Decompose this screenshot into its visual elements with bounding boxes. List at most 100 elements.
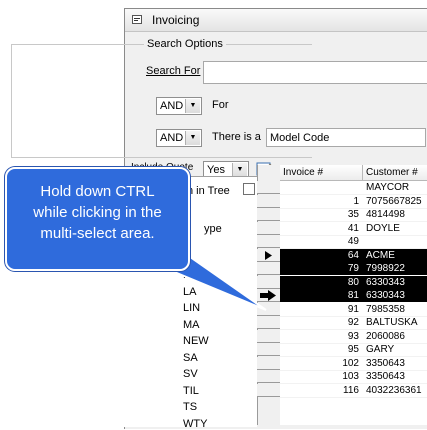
column-divider	[362, 165, 363, 180]
customer-number-cell: BALTUSKA	[366, 317, 418, 328]
search-options-label: Search Options	[144, 38, 226, 50]
invoice-grid[interactable]: Invoice # Customer # MAYCOR 1 7075667825 35…	[280, 165, 427, 425]
table-row[interactable]: 79 7998922	[280, 262, 427, 275]
tree-item[interactable]: SA	[183, 352, 198, 364]
table-row[interactable]: 102 3350643	[280, 357, 427, 371]
tree-item[interactable]: NEW	[183, 335, 209, 347]
table-row[interactable]: 103 3350643	[280, 370, 427, 384]
callout-line-1: Hold down CTRL	[40, 183, 155, 200]
table-row[interactable]: 49	[280, 235, 427, 249]
table-row[interactable]: 1 7075667825	[280, 195, 427, 209]
invoice-number-cell: 64	[347, 249, 359, 261]
customer-number-cell: 4814498	[366, 209, 405, 220]
invoice-number-cell: 92	[347, 317, 359, 328]
invoice-number-cell: 1	[353, 195, 359, 207]
in-tree-label: n in Tree	[187, 185, 230, 197]
grid-header: Invoice # Customer #	[280, 165, 427, 181]
model-code-value: Model Code	[270, 132, 330, 144]
callout-line-2: while clicking in the	[33, 204, 162, 221]
window-title: Invoicing	[152, 13, 200, 27]
callout-text: Hold down CTRL while clicking in the mul…	[7, 181, 188, 244]
customer-number-cell: 7998922	[366, 263, 405, 274]
chevron-down-icon[interactable]: ▼	[232, 163, 247, 177]
customer-number-cell: 7985358	[366, 303, 405, 315]
invoice-number-cell: 95	[347, 344, 359, 355]
app-icon	[132, 15, 142, 24]
customer-number-cell: DOYLE	[366, 222, 400, 234]
and-operator-value-1: AND	[160, 100, 184, 112]
table-row[interactable]: 41 DOYLE	[280, 222, 427, 236]
chevron-down-icon[interactable]: ▼	[185, 131, 200, 145]
row-header[interactable]	[257, 221, 280, 235]
row-header[interactable]	[257, 262, 280, 275]
model-code-field[interactable]: Model Code	[266, 128, 426, 147]
chevron-down-icon[interactable]: ▼	[185, 99, 200, 113]
invoice-number-cell: 102	[342, 357, 359, 369]
row-header[interactable]	[257, 356, 280, 370]
there-is-a-label: There is a	[212, 131, 261, 143]
customer-number-cell: ACME	[366, 249, 395, 261]
tree-item[interactable]: MA	[183, 319, 200, 331]
customer-number-cell: 6330343	[366, 276, 405, 288]
invoice-number-cell: 49	[347, 236, 359, 247]
current-row-arrow-icon	[265, 250, 272, 260]
and-operator-select-2[interactable]: AND ▼	[156, 129, 202, 147]
table-row[interactable]: 64 ACME	[280, 248, 427, 262]
tree-item[interactable]: HS	[183, 269, 198, 281]
and-operator-select-1[interactable]: AND ▼	[156, 97, 202, 115]
row-header[interactable]	[257, 316, 280, 329]
table-row[interactable]: 93 2060086	[280, 330, 427, 344]
tree-item[interactable]: LIN	[183, 302, 200, 314]
tooltip-callout: Hold down CTRL while clicking in the mul…	[5, 167, 190, 271]
invoice-number-cell: 80	[347, 276, 359, 288]
customer-number-cell: 6330343	[366, 290, 405, 301]
customer-number-cell: MAYCOR	[366, 182, 410, 193]
and-operator-value-2: AND	[160, 132, 184, 144]
row-header[interactable]	[257, 248, 280, 262]
table-row[interactable]: 35 4814498	[280, 208, 427, 222]
in-tree-checkbox[interactable]	[243, 183, 255, 195]
tree-item[interactable]: LA	[183, 286, 196, 298]
table-row[interactable]: 80 6330343	[280, 275, 427, 289]
callout-line-3: multi-select area.	[40, 225, 155, 242]
row-header[interactable]	[257, 302, 280, 316]
type-label: ype	[204, 223, 222, 235]
tree-item[interactable]: TIL	[183, 385, 199, 397]
search-for-label: Search For	[146, 65, 201, 77]
table-row[interactable]: 91 7985358	[280, 303, 427, 317]
invoice-number-header[interactable]: Invoice #	[283, 166, 323, 179]
row-header[interactable]	[257, 289, 280, 302]
row-header[interactable]	[257, 370, 280, 383]
table-row[interactable]: 81 6330343	[280, 289, 427, 302]
invoice-number-cell: 93	[347, 330, 359, 342]
customer-number-header[interactable]: Customer #	[366, 166, 418, 179]
row-header[interactable]	[257, 383, 280, 397]
row-header[interactable]	[257, 235, 280, 248]
row-header[interactable]	[257, 194, 280, 208]
invoice-number-cell: 79	[347, 263, 359, 274]
row-header[interactable]	[257, 343, 280, 356]
for-label: For	[212, 99, 229, 111]
table-row[interactable]: 95 GARY	[280, 343, 427, 357]
search-for-input[interactable]	[203, 61, 427, 84]
table-row[interactable]: 116 4032236361	[280, 384, 427, 398]
customer-number-cell: 7075667825	[366, 195, 422, 207]
row-header[interactable]	[257, 181, 280, 194]
row-header[interactable]	[257, 208, 280, 221]
customer-number-cell: GARY	[366, 344, 395, 355]
invoice-number-cell: 91	[347, 303, 359, 315]
title-bar: Invoicing	[125, 9, 427, 32]
table-row[interactable]: MAYCOR	[280, 181, 427, 195]
customer-number-cell: 2060086	[366, 330, 405, 342]
table-row[interactable]: 92 BALTUSKA	[280, 316, 427, 330]
invoice-number-cell: 81	[347, 290, 359, 301]
tree-item[interactable]: WTY	[183, 418, 207, 430]
customer-number-cell: 3350643	[366, 371, 405, 382]
row-header[interactable]	[257, 275, 280, 289]
customer-number-cell: 4032236361	[366, 384, 422, 396]
tree-item[interactable]: SV	[183, 368, 198, 380]
row-header[interactable]	[257, 329, 280, 343]
customer-number-cell: 3350643	[366, 357, 405, 369]
invoice-number-cell: 41	[347, 222, 359, 234]
tree-item[interactable]: TS	[183, 401, 197, 413]
